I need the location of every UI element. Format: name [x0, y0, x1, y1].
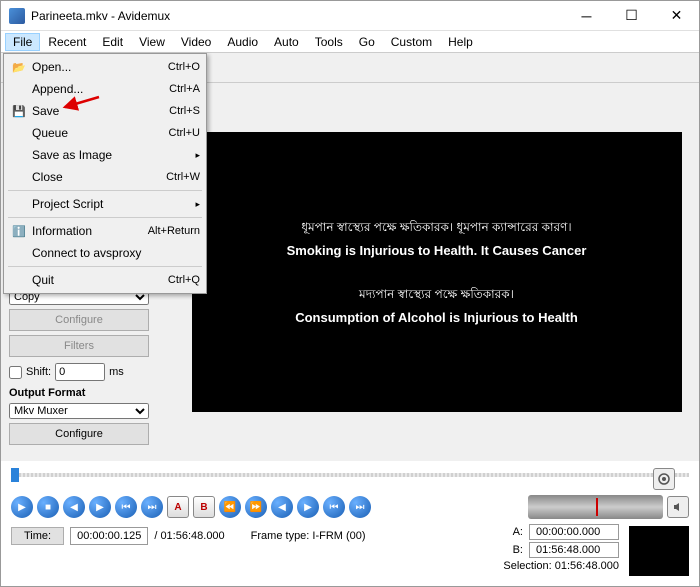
next-frame-button[interactable]: ▶ — [89, 496, 111, 518]
a-label: A: — [503, 526, 523, 538]
overlay-line2: Smoking is Injurious to Health. It Cause… — [287, 243, 587, 258]
goto-a-button[interactable]: ⏮ — [323, 496, 345, 518]
annotation-arrow-icon — [61, 93, 101, 113]
output-format-select[interactable]: Mkv Muxer — [9, 403, 149, 419]
overlay-line1: ধূমপান স্বাস্থ্যের পক্ষে ক্ষতিকারক। ধূমপ… — [301, 219, 571, 239]
open-icon: 📂 — [10, 59, 28, 75]
next-black-button[interactable]: ▶ — [297, 496, 319, 518]
overlay-line3: মদ্যপান স্বাস্থ্যের পক্ষে ক্ষতিকারক। — [359, 286, 514, 306]
menu-save[interactable]: 💾 Save Ctrl+S — [6, 100, 204, 122]
goto-start-button[interactable]: ⏪ — [219, 496, 241, 518]
menu-tools[interactable]: Tools — [307, 33, 351, 51]
goto-end-button[interactable]: ⏩ — [245, 496, 267, 518]
info-icon: ℹ️ — [10, 223, 28, 239]
menu-view[interactable]: View — [131, 33, 173, 51]
timeline-thumb[interactable] — [11, 468, 19, 482]
shift-unit: ms — [109, 366, 124, 378]
titlebar: Parineeta.mkv - Avidemux ─ ☐ ✕ — [1, 1, 699, 31]
mark-b-button[interactable]: B — [193, 496, 215, 518]
shift-checkbox[interactable] — [9, 366, 22, 379]
prev-frame-button[interactable]: ◀ — [63, 496, 85, 518]
close-button[interactable]: ✕ — [654, 1, 699, 31]
video-frame: ধূমপান স্বাস্থ্যের পক্ষে ক্ষতিকারক। ধূমপ… — [192, 132, 682, 412]
output-format-label: Output Format — [9, 387, 166, 399]
a-value: 00:00:00.000 — [529, 524, 619, 540]
menu-open[interactable]: 📂 Open... Ctrl+O — [6, 56, 204, 78]
video-preview-area: ধূমপান স্বাস্থ্যের পক্ষে ক্ষতিকারক। ধূমপ… — [174, 83, 699, 461]
menu-auto[interactable]: Auto — [266, 33, 307, 51]
overlay-line4: Consumption of Alcohol is Injurious to H… — [295, 310, 578, 325]
menu-custom[interactable]: Custom — [383, 33, 440, 51]
preview-thumbnail — [629, 526, 689, 576]
mark-a-button[interactable]: A — [167, 496, 189, 518]
menu-audio[interactable]: Audio — [219, 33, 266, 51]
menu-video[interactable]: Video — [173, 33, 219, 51]
time-value[interactable]: 00:00:00.125 — [70, 527, 148, 545]
timeline-slider[interactable] — [11, 465, 689, 485]
b-value: 01:56:48.000 — [529, 542, 619, 558]
menu-append[interactable]: Append... Ctrl+A — [6, 78, 204, 100]
menu-close[interactable]: Close Ctrl+W — [6, 166, 204, 188]
menu-help[interactable]: Help — [440, 33, 481, 51]
menu-connect-avsproxy[interactable]: Connect to avsproxy — [6, 242, 204, 264]
prev-black-button[interactable]: ◀ — [271, 496, 293, 518]
menu-information[interactable]: ℹ️ Information Alt+Return — [6, 220, 204, 242]
maximize-button[interactable]: ☐ — [609, 1, 654, 31]
bottom-info: Time: 00:00:00.125 / 01:56:48.000 Frame … — [1, 523, 699, 549]
audio-configure-button[interactable]: Configure — [9, 309, 149, 331]
selection-label: Selection: 01:56:48.000 — [503, 560, 619, 572]
menu-project-script[interactable]: Project Script ▸ — [6, 193, 204, 215]
duration-label: / 01:56:48.000 — [154, 530, 224, 542]
menu-queue[interactable]: Queue Ctrl+U — [6, 122, 204, 144]
b-label: B: — [503, 544, 523, 556]
frame-type-label: Frame type: I-FRM (00) — [251, 530, 366, 542]
submenu-arrow-icon: ▸ — [195, 150, 200, 161]
next-keyframe-button[interactable]: ⏭ — [141, 496, 163, 518]
minimize-button[interactable]: ─ — [564, 1, 609, 31]
menubar: File Recent Edit View Video Audio Auto T… — [1, 31, 699, 53]
prev-keyframe-button[interactable]: ⏮ — [115, 496, 137, 518]
output-configure-button[interactable]: Configure — [9, 423, 149, 445]
file-dropdown: 📂 Open... Ctrl+O Append... Ctrl+A 💾 Save… — [3, 53, 207, 294]
play-button[interactable]: ▶ — [11, 496, 33, 518]
menu-go[interactable]: Go — [351, 33, 383, 51]
shift-label: Shift: — [26, 366, 51, 378]
menu-recent[interactable]: Recent — [40, 33, 94, 51]
shift-value-input[interactable] — [55, 363, 105, 381]
menu-file[interactable]: File — [5, 33, 40, 51]
window-title: Parineeta.mkv - Avidemux — [31, 9, 564, 23]
eye-icon[interactable] — [653, 468, 675, 490]
submenu-arrow-icon: ▸ — [195, 199, 200, 210]
jog-wheel[interactable] — [528, 495, 663, 519]
timeline-area — [1, 461, 699, 491]
menu-save-as-image[interactable]: Save as Image ▸ — [6, 144, 204, 166]
menu-edit[interactable]: Edit — [94, 33, 131, 51]
save-icon: 💾 — [10, 103, 28, 119]
time-button[interactable]: Time: — [11, 527, 64, 545]
app-icon — [9, 8, 25, 24]
menu-quit[interactable]: Quit Ctrl+Q — [6, 269, 204, 291]
audio-filters-button[interactable]: Filters — [9, 335, 149, 357]
goto-b-button[interactable]: ⏭ — [349, 496, 371, 518]
stop-button[interactable]: ■ — [37, 496, 59, 518]
transport-controls: ▶ ■ ◀ ▶ ⏮ ⏭ A B ⏪ ⏩ ◀ ▶ ⏮ ⏭ — [1, 491, 699, 523]
volume-button[interactable] — [667, 496, 689, 518]
